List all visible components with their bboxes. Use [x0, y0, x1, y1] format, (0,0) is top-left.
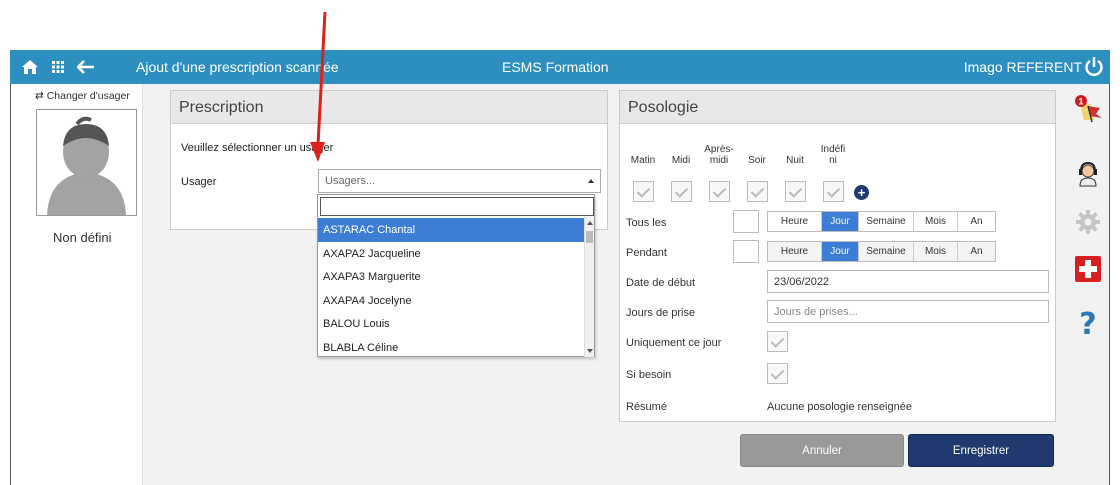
moment-label-indefini: Indéfi ni [820, 144, 846, 166]
svg-text:1: 1 [1078, 97, 1083, 107]
pendant-input[interactable] [733, 240, 759, 263]
jours-prise-field[interactable]: Jours de prises... [767, 300, 1049, 323]
jours-prise-label: Jours de prise [626, 307, 696, 319]
scroll-up-icon[interactable] [587, 221, 593, 225]
checkbox-si-besoin[interactable] [767, 363, 788, 384]
usager-option[interactable]: ASTARAC Chantal [318, 218, 586, 242]
unit-semaine[interactable]: Semaine [859, 212, 914, 231]
unit-jour[interactable]: Jour [822, 212, 859, 231]
patient-sidebar: ⇄ Changer d'usager Non défini [11, 84, 143, 485]
top-bar: Ajout d'une prescription scannée ESMS Fo… [10, 50, 1110, 84]
unit-an[interactable]: An [958, 242, 995, 261]
unit-mois[interactable]: Mois [914, 242, 958, 261]
checkbox-apres-midi[interactable] [709, 181, 730, 202]
caret-up-icon [588, 179, 594, 183]
unit-jour[interactable]: Jour [822, 242, 859, 261]
support-headset-icon[interactable] [1074, 160, 1102, 188]
usager-option[interactable]: AXAPA2 Jacqueline [318, 242, 586, 266]
tous-les-input[interactable] [733, 210, 759, 233]
resume-label: Résumé [626, 401, 667, 413]
cancel-button[interactable]: Annuler [740, 434, 904, 467]
usager-select[interactable]: Usagers... [318, 169, 601, 193]
unit-heure[interactable]: Heure [768, 242, 822, 261]
facility-name: ESMS Formation [502, 59, 609, 75]
posologie-title: Posologie [620, 91, 1055, 124]
uniquement-label: Uniquement ce jour [626, 337, 722, 349]
moment-label-matin: Matin [630, 155, 656, 166]
usager-option-list: ASTARAC Chantal AXAPA2 Jacqueline AXAPA3… [318, 218, 586, 359]
help-icon[interactable]: ? [1074, 307, 1102, 342]
change-user-link[interactable]: ⇄ Changer d'usager [35, 90, 130, 102]
moment-label-apres-midi: Après-midi [704, 144, 734, 166]
home-icon[interactable] [16, 50, 44, 84]
medical-cross-icon[interactable] [1074, 255, 1102, 283]
alerts-flag-icon[interactable]: 1 [1074, 94, 1102, 123]
back-arrow-icon[interactable] [72, 50, 100, 84]
moment-label-nuit: Nuit [786, 155, 804, 166]
grid-icon[interactable] [44, 50, 72, 84]
usager-option[interactable]: BLABLA Céline [318, 336, 586, 360]
checkbox-nuit[interactable] [785, 181, 806, 202]
pendant-unit-selector: Heure Jour Semaine Mois An [767, 241, 996, 262]
checkbox-uniquement[interactable] [767, 331, 788, 352]
dropdown-scrollbar[interactable] [584, 217, 594, 357]
settings-gear-icon[interactable] [1074, 208, 1102, 236]
user-name: Imago REFERENT [963, 59, 1082, 75]
save-button[interactable]: Enregistrer [908, 434, 1054, 467]
moments-header: Matin Midi Après-midi Soir Nuit Indéfi ni [626, 144, 866, 180]
usager-option[interactable]: AXAPA3 Marguerite [318, 265, 586, 289]
resume-value: Aucune posologie renseignée [767, 401, 912, 413]
usager-option[interactable]: AXAPA4 Jocelyne [318, 289, 586, 313]
svg-text:?: ? [1079, 307, 1096, 339]
dropdown-search-input[interactable] [320, 197, 594, 216]
page-title: Ajout d'une prescription scannée [136, 59, 339, 75]
power-icon[interactable] [1084, 56, 1104, 78]
checkbox-matin[interactable] [633, 181, 654, 202]
avatar [36, 109, 137, 216]
patient-name: Non défini [53, 230, 112, 245]
tous-les-unit-selector: Heure Jour Semaine Mois An [767, 211, 996, 232]
prescription-title: Prescription [171, 91, 607, 124]
unit-mois[interactable]: Mois [914, 212, 958, 231]
date-debut-label: Date de début [626, 277, 696, 289]
moment-label-soir: Soir [748, 155, 766, 166]
scroll-down-icon[interactable] [587, 349, 593, 353]
right-toolbar: 1 ? [1066, 84, 1109, 485]
unit-an[interactable]: An [958, 212, 995, 231]
pendant-label: Pendant [626, 247, 667, 259]
usager-dropdown: ASTARAC Chantal AXAPA2 Jacqueline AXAPA3… [317, 194, 595, 357]
scroll-thumb[interactable] [586, 231, 593, 243]
tous-les-label: Tous les [626, 217, 667, 229]
moment-label-midi: Midi [671, 155, 691, 166]
unit-semaine[interactable]: Semaine [859, 242, 914, 261]
add-moment-icon[interactable]: + [854, 185, 869, 200]
checkbox-soir[interactable] [747, 181, 768, 202]
checkbox-indefini[interactable] [823, 181, 844, 202]
posologie-panel: Posologie Matin Midi Après-midi Soir Nui… [619, 90, 1056, 422]
select-patient-message: Veuillez sélectionner un usager [181, 142, 334, 154]
usager-select-placeholder: Usagers... [325, 175, 376, 187]
usager-label: Usager [181, 176, 217, 188]
usager-option[interactable]: BALOU Louis [318, 312, 586, 336]
si-besoin-label: Si besoin [626, 369, 672, 381]
unit-heure[interactable]: Heure [768, 212, 822, 231]
date-debut-field[interactable]: 23/06/2022 [767, 270, 1049, 293]
checkbox-midi[interactable] [671, 181, 692, 202]
